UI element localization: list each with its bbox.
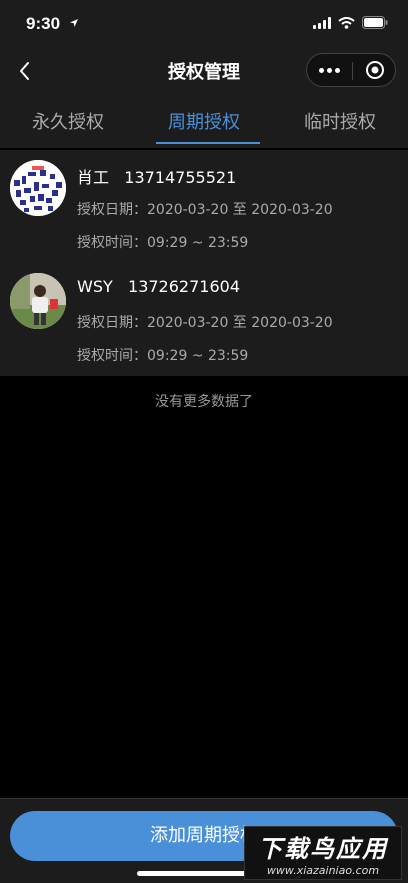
tab-label: 周期授权 [168,112,240,133]
battery-icon [362,16,388,29]
avatar [10,273,66,329]
more-dots-icon [319,67,324,73]
navigation-bar: 授权管理 [0,50,408,92]
active-tab-indicator [156,142,260,144]
tab-label: 永久授权 [32,112,104,133]
record-name-phone: 肖工 13714755521 [77,164,236,188]
more-button[interactable] [307,54,352,86]
watermark-logo: 下载鸟应用 www.xiazainiao.com [244,826,402,880]
wifi-icon [338,16,355,29]
status-bar: 9:30 [0,0,408,50]
list-end-message: 没有更多数据了 [155,394,253,410]
record-date-range: 授权日期：2020-03-20 至 2020-03-20 [77,315,333,331]
cellular-signal-icon [313,16,331,29]
pattern-avatar-icon [10,160,66,216]
list-item[interactable]: WSY 13726271604 授权日期：2020-03-20 至 2020-0… [0,263,408,376]
tab-permanent[interactable]: 永久授权 [0,92,136,148]
authorization-tabs: 永久授权 周期授权 临时授权 [0,92,408,148]
record-name-phone: WSY 13726271604 [77,277,240,296]
mini-program-capsule [306,53,396,87]
watermark-url: www.xiazainiao.com [266,864,380,877]
status-icons [313,16,388,29]
record-phone: 13726271604 [128,277,240,296]
record-name: 肖工 [77,168,110,187]
photo-avatar-icon [10,273,66,329]
close-mini-program-button[interactable] [353,54,396,86]
record-time-range: 授权时间：09:29 ~ 23:59 [77,348,249,364]
tab-label: 临时授权 [304,112,376,133]
authorization-list: 肖工 13714755521 授权日期：2020-03-20 至 2020-03… [0,150,408,376]
location-arrow-icon [70,19,78,27]
tab-temporary[interactable]: 临时授权 [272,92,408,148]
record-phone: 13714755521 [124,168,237,187]
record-name: WSY [77,277,113,296]
avatar [10,160,66,216]
record-date-range: 授权日期：2020-03-20 至 2020-03-20 [77,202,333,218]
record-time-range: 授权时间：09:29 ~ 23:59 [77,235,249,251]
watermark-title: 下载鸟应用 [258,835,388,863]
tab-periodic[interactable]: 周期授权 [136,92,272,148]
target-circle-icon [365,61,384,79]
list-item[interactable]: 肖工 13714755521 授权日期：2020-03-20 至 2020-03… [0,150,408,263]
status-time: 9:30 [26,14,61,33]
